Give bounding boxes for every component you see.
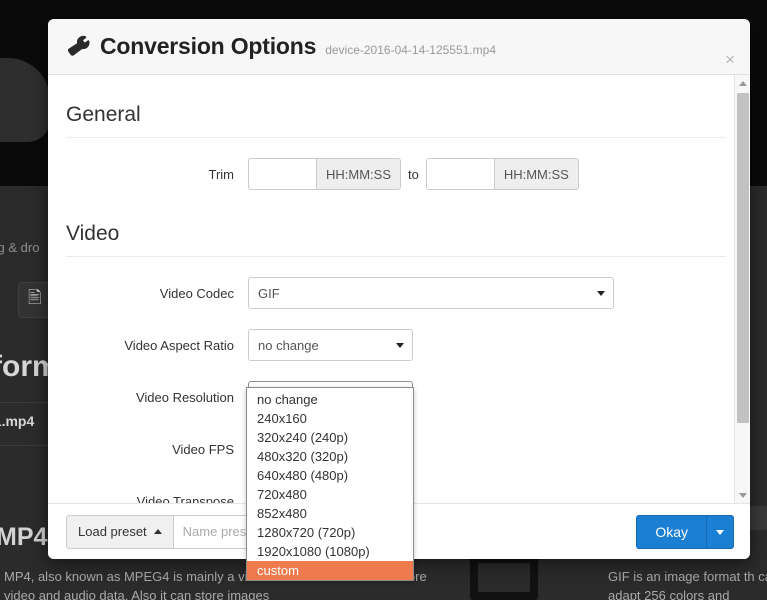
video-codec-value: GIF [258,285,280,301]
dropdown-option[interactable]: no change [247,390,413,409]
trim-start-group: HH:MM:SS [248,158,401,190]
okay-dropdown-toggle[interactable] [706,515,734,549]
wrench-icon [66,34,92,60]
dropdown-option[interactable]: 720x480 [247,485,413,504]
video-codec-label: Video Codec [159,285,234,301]
trim-separator: to [408,166,419,182]
trim-start-format-addon: HH:MM:SS [316,158,401,190]
okay-button[interactable]: Okay [636,515,706,549]
trim-row: Trim HH:MM:SS to HH:MM:SS [66,158,726,190]
load-preset-button[interactable]: Load preset [66,514,174,549]
dropdown-option[interactable]: 240x160 [247,409,413,428]
scroll-up-arrow-icon[interactable] [735,75,750,91]
trim-end-group: HH:MM:SS [425,158,579,190]
gif-description: GIF is an image format th can adapt 256 … [608,569,767,600]
okay-label: Okay [655,524,688,540]
dropdown-option[interactable]: 640x480 (480p) [247,466,413,485]
file-add-icon: 🖹 [28,288,42,307]
trim-label: Trim [208,166,234,182]
dialog-subtitle: device-2016-04-14-125551.mp4 [325,43,496,57]
dropdown-option[interactable]: 480x320 (320p) [247,447,413,466]
screen-icon [470,555,538,600]
video-aspect-ratio-row: Video Aspect Ratio no change [66,329,726,361]
dropdown-option[interactable]: 1280x720 (720p) [247,523,413,542]
chevron-up-icon [153,529,162,534]
video-section-title: Video [66,222,726,257]
video-aspect-ratio-select[interactable]: no change [248,329,413,361]
general-section-title: General [66,103,726,138]
video-codec-row: Video Codec GIF [66,277,726,309]
mp4-heading: MP4 [0,523,48,551]
dropdown-option[interactable]: 320x240 (240p) [247,428,413,447]
video-codec-select[interactable]: GIF [248,277,614,309]
video-resolution-label: Video Resolution [135,389,234,405]
dropdown-option[interactable]: 1920x1080 (1080p) [247,542,413,561]
background-filename: 51.mp4 [0,413,35,429]
video-resolution-dropdown[interactable]: no change 240x160 320x240 (240p) 480x320 (3… [246,387,414,581]
okay-split-button: Okay [636,515,734,549]
dropdown-option[interactable]: custom [247,561,413,580]
scroll-down-arrow-icon[interactable] [735,487,750,503]
load-preset-label: Load preset [78,524,147,539]
dialog-title: Conversion Options [100,33,317,59]
body-scrollbar[interactable] [734,75,750,503]
chevron-down-icon [597,291,605,296]
dialog-header: Conversion Options device-2016-04-14-125… [48,19,750,75]
video-aspect-ratio-label: Video Aspect Ratio [124,337,234,353]
trim-start-input[interactable] [248,158,316,190]
trim-end-input[interactable] [425,158,494,190]
close-icon[interactable]: × [725,51,735,68]
video-fps-label: Video FPS [172,441,234,457]
scrollbar-thumb[interactable] [737,93,749,423]
dropdown-option[interactable]: 852x480 [247,504,413,523]
chevron-down-icon [396,343,404,348]
video-transpose-label: Video Transpose [136,493,234,504]
drag-drop-text: rag & dro [0,240,40,255]
video-aspect-ratio-value: no change [258,337,319,353]
trim-end-format-addon: HH:MM:SS [493,158,579,190]
chevron-down-icon [716,529,724,535]
